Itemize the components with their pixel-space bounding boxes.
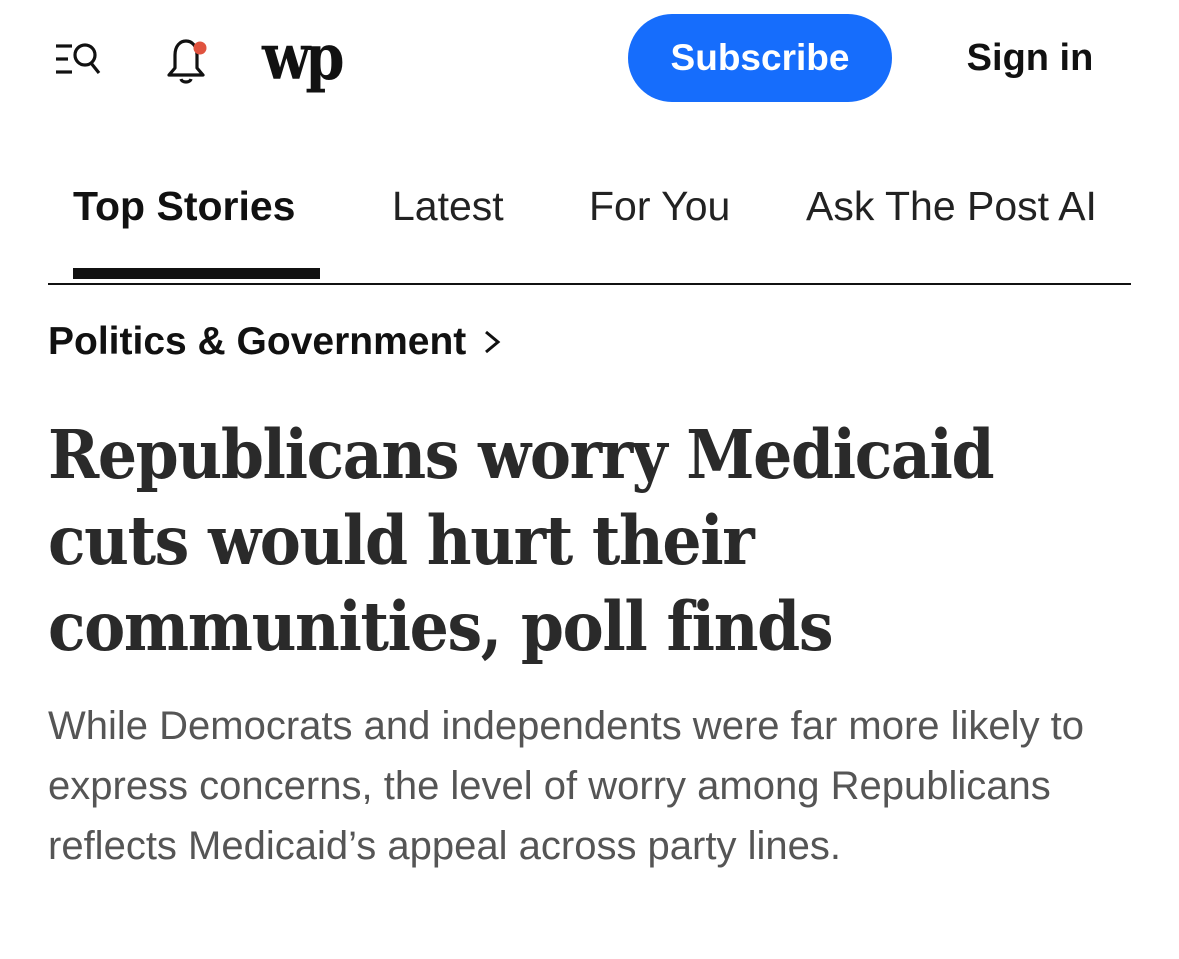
section-label: Politics & Government (48, 320, 467, 363)
section-tabs: Top Stories Latest For You Ask The Post … (0, 150, 1179, 285)
tab-for-you[interactable]: For You (589, 178, 730, 234)
article-headline[interactable]: Republicans worry Medicaid cuts would hu… (48, 412, 1060, 670)
article-summary: While Democrats and independents were fa… (48, 704, 1085, 868)
bell-icon[interactable] (158, 32, 214, 88)
tab-top-stories[interactable]: Top Stories (73, 178, 295, 234)
tabs-divider (48, 283, 1131, 285)
section-link-politics[interactable]: Politics & Government (48, 312, 506, 372)
notification-dot (193, 41, 207, 55)
chevron-right-icon (485, 330, 501, 354)
sign-in-link[interactable]: Sign in (950, 14, 1110, 102)
subscribe-button[interactable]: Subscribe (628, 14, 892, 102)
menu-search-icon[interactable] (52, 36, 104, 82)
tab-ask-the-post-ai[interactable]: Ask The Post AI (806, 178, 1097, 234)
top-bar: wp Subscribe Sign in (0, 0, 1179, 125)
tab-latest[interactable]: Latest (392, 178, 504, 234)
washington-post-logo[interactable]: wp (262, 18, 346, 98)
active-tab-indicator (73, 268, 320, 279)
